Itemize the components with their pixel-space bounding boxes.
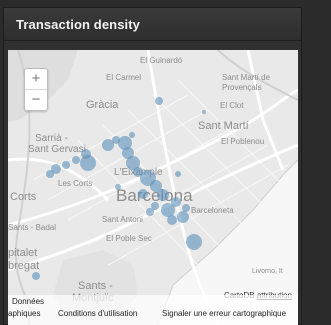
density-bubble[interactable] <box>80 155 96 171</box>
map-label-sant-antoni: Sant Antoni <box>102 215 143 224</box>
footer-conditions-link[interactable]: Conditions d'utilisation <box>58 309 137 318</box>
density-bubble[interactable] <box>175 171 181 177</box>
footer-report-error-link[interactable]: Signaler une erreur cartographique <box>162 309 286 318</box>
map-label-sants: Sants - <box>78 280 113 292</box>
zoom-out-button[interactable]: − <box>25 90 47 110</box>
map-label-sarria: Sarrià - <box>35 133 68 144</box>
map-canvas[interactable]: El Guinardó El Carmel Sant Martí de Prov… <box>8 50 298 325</box>
footer-donnees[interactable]: Données <box>12 297 44 306</box>
density-bubble[interactable] <box>177 211 189 223</box>
density-bubble[interactable] <box>157 189 169 201</box>
zoom-control: + − <box>24 68 48 111</box>
density-bubble[interactable] <box>202 110 206 114</box>
panel-header: Transaction density <box>4 8 301 41</box>
map-label-poble-sec: El Poble Sec <box>106 234 152 243</box>
density-bubble[interactable] <box>155 97 163 105</box>
density-bubble[interactable] <box>167 215 177 225</box>
map-label-sants-badal: Sants - Badal <box>8 223 56 232</box>
zoom-in-button[interactable]: + <box>25 69 47 90</box>
map-label-corts: Corts <box>10 191 37 203</box>
map-label-provencals: Provençals <box>222 83 262 92</box>
map-label-poblenou: El Poblenou <box>221 137 264 146</box>
map-footer-bar: Données aphiques Conditions d'utilisatio… <box>8 295 298 325</box>
map-label-pitalet: pitalet <box>8 247 37 259</box>
density-bubble[interactable] <box>32 272 40 280</box>
map-label-bregat: bregat <box>8 260 39 272</box>
density-bubble[interactable] <box>186 234 202 250</box>
density-bubble[interactable] <box>182 204 190 212</box>
map-label-les-corts: Les Corts <box>58 179 92 188</box>
density-bubble[interactable] <box>62 161 70 169</box>
map-label-barceloneta: Barceloneta <box>191 206 234 215</box>
map-label-sant-gervasi: Sant Gervasi <box>28 144 86 155</box>
density-bubble[interactable] <box>138 189 148 199</box>
transaction-density-panel: Transaction density El Guinardó El Carme… <box>3 7 302 325</box>
map-label-carmel: El Carmel <box>106 73 141 82</box>
panel-title: Transaction density <box>16 16 140 32</box>
density-bubble[interactable] <box>146 208 154 216</box>
map-label-sant-marti-de: Sant Martí de <box>222 73 271 82</box>
footer-donnees-graphiques[interactable]: aphiques <box>8 309 40 318</box>
density-bubble[interactable] <box>161 203 175 217</box>
map-view[interactable]: El Guinardó El Carmel Sant Martí de Prov… <box>8 50 298 325</box>
map-label-gracia: Gràcia <box>86 99 119 111</box>
density-bubble[interactable] <box>129 132 135 138</box>
map-label-livorno: Livorno, It <box>252 268 283 275</box>
map-label-clot: El Clot <box>220 101 244 110</box>
map-label-sant-marti: Sant Martí <box>198 120 249 132</box>
density-bubble[interactable] <box>46 170 54 178</box>
density-bubble[interactable] <box>115 184 121 190</box>
density-bubble[interactable] <box>72 156 80 164</box>
map-label-guinardo: El Guinardó <box>140 56 183 65</box>
